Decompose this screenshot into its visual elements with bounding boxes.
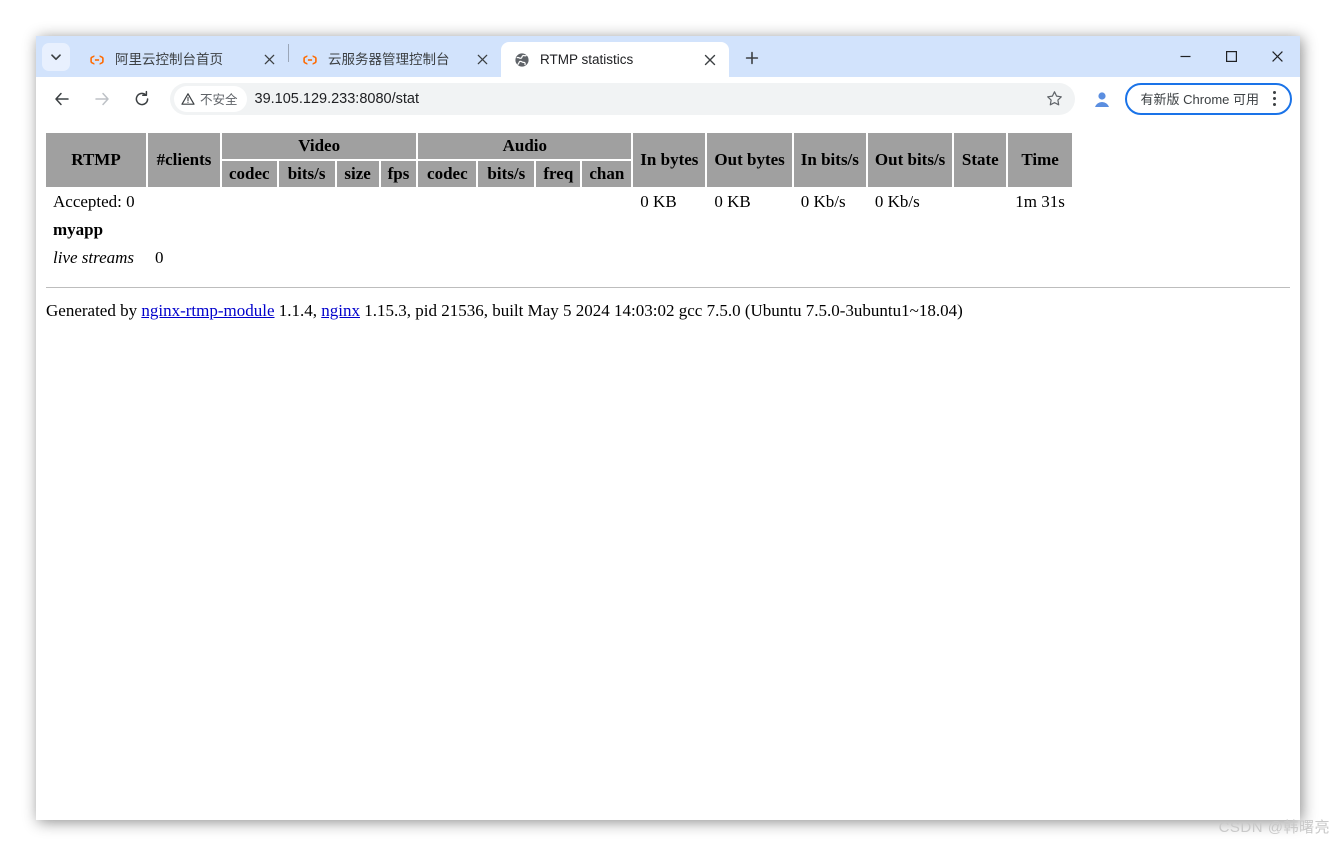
th-video-fps: fps bbox=[381, 161, 417, 187]
table-row-summary: Accepted: 0 0 KB 0 KB 0 Kb/s 0 Kb/s bbox=[46, 189, 1072, 215]
browser-tab-3-active[interactable]: RTMP statistics bbox=[501, 42, 729, 77]
footer-divider bbox=[46, 287, 1290, 288]
security-label: 不安全 bbox=[200, 89, 238, 108]
th-video-bits: bits/s bbox=[279, 161, 335, 187]
account-icon bbox=[1091, 88, 1113, 110]
th-time: Time bbox=[1008, 133, 1072, 187]
warning-triangle-icon bbox=[181, 92, 195, 106]
cell-time: 1m 31s bbox=[1008, 189, 1072, 215]
cell-audio-codec bbox=[418, 189, 476, 215]
browser-window: 阿里云控制台首页 云服务器管理控制台 bbox=[36, 36, 1300, 820]
table-header-row-group: RTMP #clients Video Audio In bytes Out b… bbox=[46, 133, 1072, 159]
cell-clients bbox=[148, 189, 220, 215]
browser-tab-2[interactable]: 云服务器管理控制台 bbox=[289, 42, 501, 77]
cell-state bbox=[954, 189, 1006, 215]
window-maximize-button[interactable] bbox=[1208, 36, 1254, 77]
tab-title: 云服务器管理控制台 bbox=[328, 52, 467, 68]
th-audio-bits: bits/s bbox=[478, 161, 534, 187]
th-audio-codec: codec bbox=[418, 161, 476, 187]
th-audio: Audio bbox=[418, 133, 631, 159]
footer-nginx-rest: 1.15.3, pid 21536, built May 5 2024 14:0… bbox=[360, 301, 963, 320]
tab-search-button[interactable] bbox=[42, 43, 70, 71]
close-icon bbox=[1271, 50, 1284, 63]
rtmp-statistics-table: RTMP #clients Video Audio In bytes Out b… bbox=[44, 131, 1074, 273]
address-bar[interactable]: 不安全 39.105.129.233:8080/stat bbox=[170, 83, 1075, 115]
tab-strip: 阿里云控制台首页 云服务器管理控制台 bbox=[36, 36, 1300, 77]
th-video: Video bbox=[222, 133, 416, 159]
cell-audio-freq bbox=[536, 189, 580, 215]
tab-close-button[interactable] bbox=[260, 51, 278, 69]
window-close-button[interactable] bbox=[1254, 36, 1300, 77]
cell-video-fps bbox=[381, 189, 417, 215]
chevron-down-icon bbox=[50, 51, 62, 63]
cell-video-size bbox=[337, 189, 379, 215]
footer-module-version: 1.1.4, bbox=[275, 301, 322, 320]
cell-video-bits bbox=[279, 189, 335, 215]
tab-close-button[interactable] bbox=[701, 51, 719, 69]
cell-video-codec bbox=[222, 189, 277, 215]
screenshot-root: 阿里云控制台首页 云服务器管理控制台 bbox=[0, 0, 1342, 853]
th-in-bytes: In bytes bbox=[633, 133, 705, 187]
chrome-update-button[interactable]: 有新版 Chrome 可用 bbox=[1125, 83, 1292, 115]
cell-in-bits: 0 Kb/s bbox=[794, 189, 866, 215]
th-state: State bbox=[954, 133, 1006, 187]
nginx-rtmp-module-link[interactable]: nginx-rtmp-module bbox=[141, 301, 274, 320]
page-content: RTMP #clients Video Audio In bytes Out b… bbox=[36, 121, 1300, 820]
cell-app-rest bbox=[148, 217, 1072, 243]
footer-prefix: Generated by bbox=[46, 301, 141, 320]
table-row-live-streams: live streams 0 bbox=[46, 245, 1072, 271]
reload-icon bbox=[133, 90, 151, 108]
th-audio-freq: freq bbox=[536, 161, 580, 187]
th-rtmp: RTMP bbox=[46, 133, 146, 187]
aliyun-icon bbox=[88, 51, 106, 69]
th-out-bytes: Out bytes bbox=[707, 133, 791, 187]
chrome-update-label: 有新版 Chrome 可用 bbox=[1141, 89, 1259, 108]
globe-icon bbox=[513, 51, 531, 69]
url-text[interactable]: 39.105.129.233:8080/stat bbox=[255, 91, 1041, 107]
csdn-watermark: CSDN @韩曙亮 bbox=[1219, 816, 1330, 837]
maximize-icon bbox=[1225, 50, 1238, 63]
plus-icon bbox=[745, 51, 759, 65]
minimize-icon bbox=[1179, 50, 1192, 63]
cell-live-streams-label: live streams bbox=[46, 245, 146, 271]
cell-live-streams-value: 0 bbox=[148, 245, 220, 271]
browser-tab-1[interactable]: 阿里云控制台首页 bbox=[76, 42, 288, 77]
cell-audio-bits bbox=[478, 189, 534, 215]
table-row-application: myapp bbox=[46, 217, 1072, 243]
aliyun-icon bbox=[301, 51, 319, 69]
window-controls bbox=[1162, 36, 1300, 77]
th-clients: #clients bbox=[148, 133, 220, 187]
kebab-menu-icon[interactable] bbox=[1264, 86, 1284, 112]
nginx-link[interactable]: nginx bbox=[321, 301, 360, 320]
th-in-bits: In bits/s bbox=[794, 133, 866, 187]
arrow-right-icon bbox=[93, 90, 111, 108]
window-minimize-button[interactable] bbox=[1162, 36, 1208, 77]
back-button[interactable] bbox=[45, 82, 79, 116]
th-video-size: size bbox=[337, 161, 379, 187]
forward-button[interactable] bbox=[85, 82, 119, 116]
reload-button[interactable] bbox=[125, 82, 159, 116]
security-indicator[interactable]: 不安全 bbox=[174, 86, 247, 112]
th-out-bits: Out bits/s bbox=[868, 133, 952, 187]
arrow-left-icon bbox=[53, 90, 71, 108]
cell-audio-chan bbox=[582, 189, 631, 215]
cell-app-name: myapp bbox=[46, 217, 146, 243]
cell-out-bits: 0 Kb/s bbox=[868, 189, 952, 215]
tab-close-button[interactable] bbox=[473, 51, 491, 69]
profile-avatar-button[interactable] bbox=[1087, 84, 1117, 114]
th-video-codec: codec bbox=[222, 161, 277, 187]
cell-accepted: Accepted: 0 bbox=[46, 189, 146, 215]
generated-by-footer: Generated by nginx-rtmp-module 1.1.4, ng… bbox=[46, 301, 1292, 321]
tab-title: RTMP statistics bbox=[540, 52, 695, 68]
cell-out-bytes: 0 KB bbox=[707, 189, 791, 215]
tab-title: 阿里云控制台首页 bbox=[115, 52, 254, 68]
cell-in-bytes: 0 KB bbox=[633, 189, 705, 215]
browser-toolbar: 不安全 39.105.129.233:8080/stat 有新版 Chrome … bbox=[36, 77, 1300, 121]
new-tab-button[interactable] bbox=[737, 43, 767, 73]
cell-live-rest bbox=[222, 245, 1072, 271]
bookmark-star-icon[interactable] bbox=[1041, 85, 1069, 113]
th-audio-chan: chan bbox=[582, 161, 631, 187]
